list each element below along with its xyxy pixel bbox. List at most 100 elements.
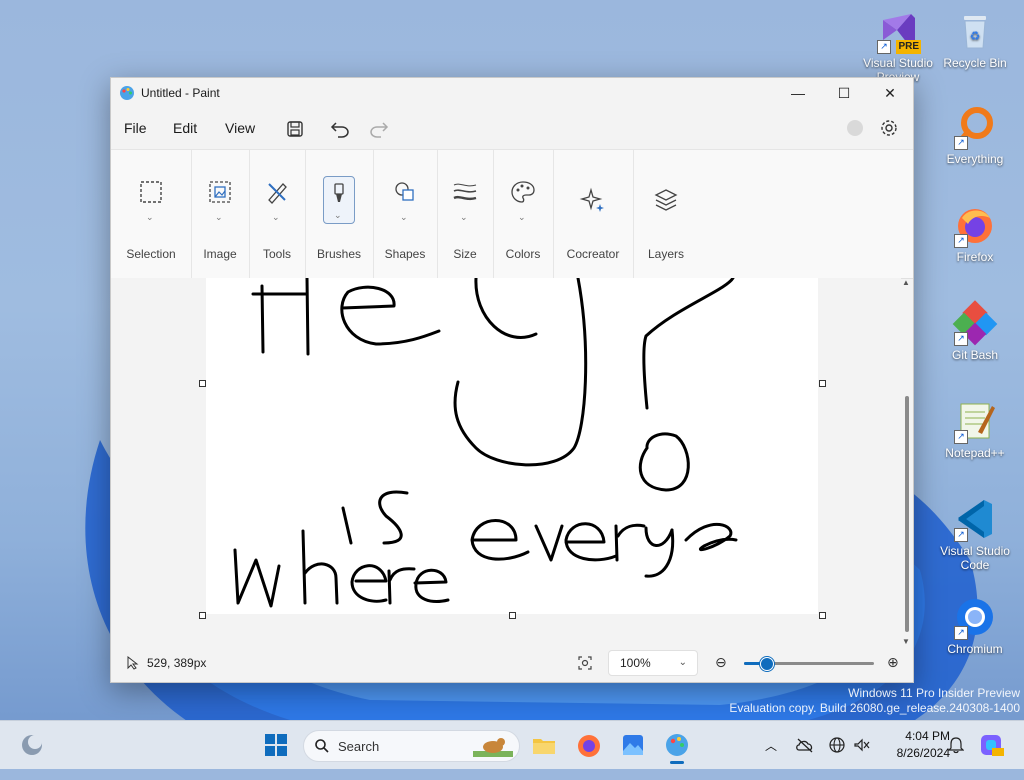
scroll-down-arrow-icon[interactable]: ▼ xyxy=(902,637,910,646)
shortcut-arrow-icon: ↗ xyxy=(954,430,968,444)
paint-app-icon xyxy=(120,86,134,100)
redo-icon[interactable] xyxy=(368,118,390,140)
ribbon-label: Image xyxy=(203,247,237,261)
firefox-taskbar-icon[interactable] xyxy=(575,731,603,759)
vscode-icon: ↗ xyxy=(952,496,998,542)
desktop-icon-label: Firefox xyxy=(956,250,994,264)
show-hidden-icons-chevron-icon[interactable]: ︿ xyxy=(765,737,777,754)
brush-icon xyxy=(334,183,344,202)
clock-date[interactable]: 8/26/2024 xyxy=(884,746,950,760)
paint-taskbar-icon[interactable] xyxy=(663,731,691,759)
drawing-canvas[interactable] xyxy=(206,278,818,614)
watermark-line-2: Evaluation copy. Build 26080.ge_release.… xyxy=(729,701,1020,715)
menu-view[interactable]: View xyxy=(225,120,255,136)
ribbon-group-tools[interactable]: ⌄ Tools xyxy=(249,150,306,278)
chevron-down-icon: ⌄ xyxy=(460,212,468,222)
desktop-icon-label: Chromium xyxy=(947,642,1003,656)
ribbon-group-brushes[interactable]: ⌄ Brushes xyxy=(305,150,374,278)
shortcut-arrow-icon: ↗ xyxy=(954,528,968,542)
status-bar: 529, 389px 100% ⌄ ⊖ ⊕ xyxy=(111,646,913,682)
close-button[interactable]: ✕ xyxy=(867,78,913,108)
ribbon-group-cocreator[interactable]: Cocreator xyxy=(553,150,634,278)
sparkle-icon xyxy=(579,187,604,212)
widgets-weather-icon[interactable] xyxy=(18,731,46,759)
ribbon-group-selection[interactable]: ⌄ Selection xyxy=(111,150,192,278)
ribbon-group-size[interactable]: ⌄ Size xyxy=(437,150,494,278)
ribbon-group-colors[interactable]: ⌄ Colors xyxy=(493,150,554,278)
resize-handle-right[interactable] xyxy=(819,380,826,387)
zoom-out-icon[interactable]: ⊖ xyxy=(715,654,727,671)
shortcut-arrow-icon: ↗ xyxy=(954,234,968,248)
windows-watermark: Windows 11 Pro Insider Preview Evaluatio… xyxy=(729,686,1020,716)
maximize-button[interactable]: ☐ xyxy=(821,78,867,108)
chevron-down-icon: ⌄ xyxy=(518,212,526,222)
desktop-icon-recycle-bin[interactable]: ♻ Recycle Bin xyxy=(932,8,1018,70)
account-avatar-icon[interactable] xyxy=(847,120,863,136)
ribbon-label: Selection xyxy=(126,247,176,261)
shortcut-arrow-icon: ↗ xyxy=(877,40,891,54)
desktop-icon-label: Git Bash xyxy=(951,348,999,362)
handwriting-strokes xyxy=(233,278,738,608)
file-explorer-icon[interactable] xyxy=(530,731,558,759)
desktop-icon-vscode[interactable]: ↗ Visual Studio Code xyxy=(932,496,1018,572)
search-icon xyxy=(315,739,329,753)
zoom-slider-knob[interactable] xyxy=(760,657,774,671)
scroll-up-arrow-icon[interactable]: ▲ xyxy=(902,278,910,287)
vertical-scrollbar[interactable]: ▲ ▼ xyxy=(901,278,913,646)
copilot-preview-icon[interactable] xyxy=(978,732,1004,758)
notepad-plus-plus-icon: ↗ xyxy=(952,398,998,444)
ribbon-label: Shapes xyxy=(384,247,426,261)
photos-icon[interactable] xyxy=(619,731,647,759)
save-icon[interactable] xyxy=(284,118,306,140)
desktop-icon-label: Notepad++ xyxy=(945,446,1005,460)
desktop-icon-visual-studio-preview[interactable]: PRE ↗ Visual Studio Preview xyxy=(855,8,941,84)
undo-icon[interactable] xyxy=(329,118,351,140)
desktop-icon-firefox[interactable]: ↗ Firefox xyxy=(932,202,1018,264)
image-icon xyxy=(209,181,231,203)
ribbon-group-shapes[interactable]: ⌄ Shapes xyxy=(373,150,438,278)
resize-handle-bottom-left[interactable] xyxy=(199,612,206,619)
cursor-pointer-icon xyxy=(127,656,139,670)
fit-to-window-icon[interactable] xyxy=(577,655,593,671)
resize-handle-left[interactable] xyxy=(199,380,206,387)
settings-gear-icon[interactable] xyxy=(879,118,899,138)
clock-time[interactable]: 4:04 PM xyxy=(892,729,950,743)
ribbon-group-image[interactable]: ⌄ Image xyxy=(191,150,250,278)
language-globe-icon[interactable] xyxy=(828,736,846,754)
notification-bell-icon[interactable] xyxy=(948,736,964,754)
visual-studio-icon: PRE ↗ xyxy=(875,8,921,54)
start-windows-icon[interactable] xyxy=(262,731,290,759)
zoom-level-dropdown[interactable]: 100% ⌄ xyxy=(608,650,698,676)
chevron-down-icon: ⌄ xyxy=(678,657,687,668)
zoom-slider[interactable] xyxy=(744,657,874,671)
palette-icon xyxy=(511,181,535,203)
cursor-coordinates: 529, 389px xyxy=(147,656,207,670)
resize-handle-bottom[interactable] xyxy=(509,612,516,619)
desktop-icon-everything[interactable]: ↗ Everything xyxy=(932,104,1018,166)
menu-file[interactable]: File xyxy=(124,120,147,136)
search-placeholder: Search xyxy=(338,739,380,754)
size-icon xyxy=(453,183,477,201)
resize-handle-bottom-right[interactable] xyxy=(819,612,826,619)
desktop-icon-chromium[interactable]: ↗ Chromium xyxy=(932,594,1018,656)
chevron-down-icon: ⌄ xyxy=(215,212,223,222)
taskbar-search-box[interactable]: Search xyxy=(303,730,520,762)
ribbon-group-layers[interactable]: Layers xyxy=(633,150,699,278)
menu-edit[interactable]: Edit xyxy=(173,120,197,136)
canvas-area[interactable] xyxy=(111,278,901,646)
watermark-line-1: Windows 11 Pro Insider Preview xyxy=(848,686,1020,700)
desktop-icon-git-bash[interactable]: ↗ Git Bash xyxy=(932,300,1018,362)
onedrive-offline-icon[interactable] xyxy=(795,737,815,753)
active-app-indicator xyxy=(670,761,684,764)
shortcut-arrow-icon: ↗ xyxy=(954,136,968,150)
scrollbar-thumb[interactable] xyxy=(905,396,909,632)
taskbar: Search ︿ 4:04 PM 8/26/2024 xyxy=(0,720,1024,769)
desktop-icon-label: Visual Studio Code xyxy=(940,544,1010,572)
network-volume-icon[interactable] xyxy=(852,736,870,754)
desktop-icon-notepad-plus-plus[interactable]: ↗ Notepad++ xyxy=(932,398,1018,460)
shortcut-arrow-icon: ↗ xyxy=(954,626,968,640)
ribbon-label: Colors xyxy=(505,247,541,261)
zoom-in-icon[interactable]: ⊕ xyxy=(887,654,899,671)
minimize-button[interactable]: — xyxy=(775,78,821,108)
title-bar[interactable]: Untitled - Paint — ☐ ✕ xyxy=(111,78,913,108)
